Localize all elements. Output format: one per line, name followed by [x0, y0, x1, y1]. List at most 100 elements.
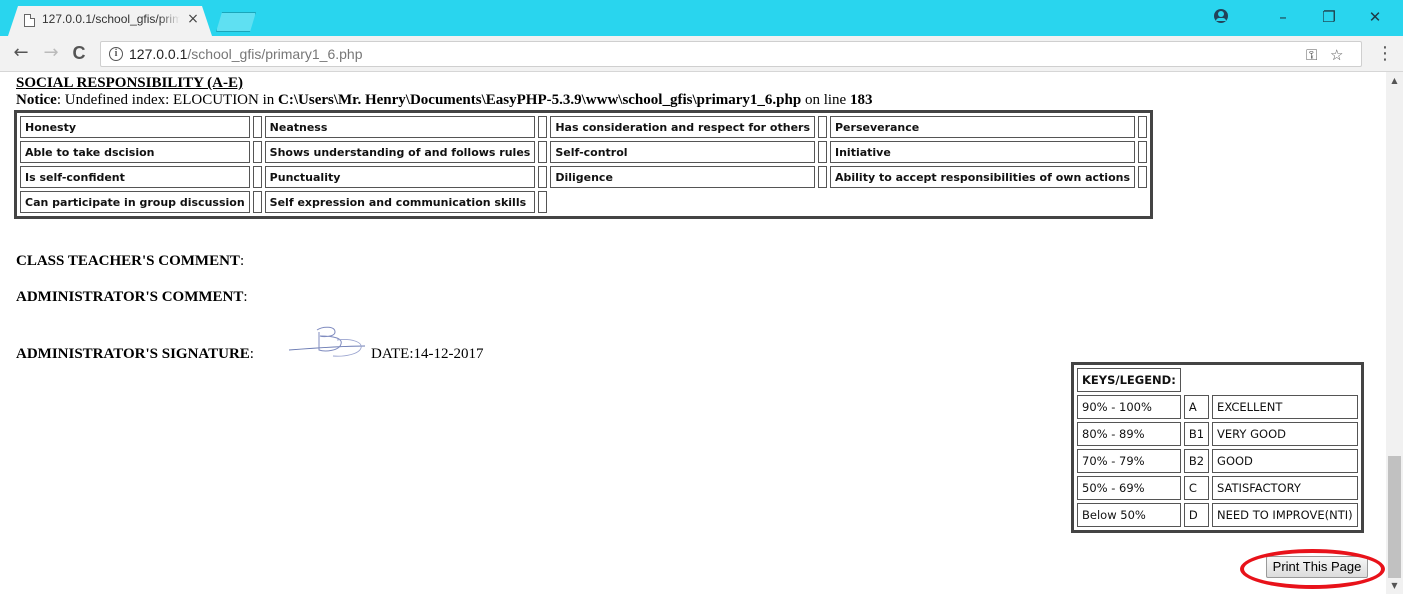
- table-row: 70% - 79% B2 GOOD: [1077, 449, 1358, 473]
- table-row: KEYS/LEGEND:: [1077, 368, 1358, 392]
- legend-grade: D: [1183, 503, 1210, 527]
- back-button[interactable]: ←: [10, 42, 32, 64]
- legend-grade: B2: [1183, 449, 1210, 473]
- rating-cell: [818, 141, 827, 163]
- table-row: 80% - 89% B1 VERY GOOD: [1077, 422, 1358, 446]
- legend-grade: B1: [1183, 422, 1210, 446]
- highlight-circle: [1240, 549, 1385, 589]
- table-row: Honesty Neatness Has consideration and r…: [20, 116, 1148, 138]
- url-host: 127.0.0.1: [129, 46, 188, 62]
- signature-image: [288, 326, 366, 357]
- rating-cell: [818, 166, 827, 188]
- trait-cell: Able to take dscision: [20, 141, 250, 163]
- legend-remark: GOOD: [1212, 449, 1358, 473]
- rating-cell: [1138, 141, 1148, 163]
- rating-cell: [818, 116, 827, 138]
- legend-heading: KEYS/LEGEND:: [1077, 368, 1181, 392]
- new-tab-button[interactable]: [216, 12, 256, 32]
- grading-legend-table: KEYS/LEGEND: 90% - 100% A EXCELLENT 80% …: [1071, 362, 1364, 533]
- php-notice: Notice: Undefined index: ELOCUTION in C:…: [16, 92, 872, 109]
- notice-message: : Undefined index: ELOCUTION in: [56, 92, 279, 108]
- legend-remark: VERY GOOD: [1212, 422, 1358, 446]
- social-responsibility-table: Honesty Neatness Has consideration and r…: [14, 110, 1154, 219]
- trait-cell: Neatness: [264, 116, 536, 138]
- info-icon[interactable]: i: [109, 47, 123, 61]
- restore-button[interactable]: ❐: [1306, 0, 1352, 34]
- table-row: Can participate in group discussion Self…: [20, 191, 1147, 213]
- page-icon: [24, 14, 35, 27]
- trait-cell: Shows understanding of and follows rules: [264, 141, 536, 163]
- scroll-thumb[interactable]: [1388, 456, 1401, 578]
- rating-cell: [538, 141, 548, 163]
- section-title: SOCIAL RESPONSIBILITY (A-E): [16, 75, 243, 91]
- administrator-signature-line: ADMINISTRATOR'S SIGNATURE:: [16, 346, 254, 363]
- table-row: 50% - 69% C SATISFACTORY: [1077, 476, 1358, 500]
- reload-button[interactable]: C: [68, 42, 90, 64]
- legend-range: 50% - 69%: [1077, 476, 1181, 500]
- notice-suffix: on line: [801, 92, 850, 108]
- empty-cell: [1212, 368, 1358, 392]
- class-teacher-comment: CLASS TEACHER'S COMMENT:: [16, 253, 244, 270]
- trait-cell: Self expression and communication skills: [264, 191, 536, 213]
- trait-cell: Has consideration and respect for others: [550, 116, 815, 138]
- browser-title-bar: 127.0.0.1/school_gfis/primary1_6.php × –…: [0, 0, 1403, 36]
- vertical-scrollbar[interactable]: ▲ ▼: [1386, 72, 1403, 594]
- administrator-signature-label: ADMINISTRATOR'S SIGNATURE: [16, 346, 250, 362]
- key-icon[interactable]: ⚿: [1306, 47, 1317, 63]
- rating-cell: [538, 191, 548, 213]
- trait-cell: Perseverance: [830, 116, 1136, 138]
- administrator-comment-label: ADMINISTRATOR'S COMMENT: [16, 289, 244, 305]
- page-content: SOCIAL RESPONSIBILITY (A-E) Notice: Unde…: [0, 72, 1386, 594]
- notice-label: Notice: [16, 92, 57, 108]
- trait-cell: Self-control: [550, 141, 815, 163]
- colon: :: [249, 346, 254, 362]
- legend-grade: C: [1183, 476, 1210, 500]
- legend-remark: NEED TO IMPROVE(NTI): [1212, 503, 1358, 527]
- trait-cell: Punctuality: [264, 166, 536, 188]
- browser-tab[interactable]: 127.0.0.1/school_gfis/primary1_6.php ×: [8, 6, 212, 36]
- table-row: Is self-confident Punctuality Diligence …: [20, 166, 1148, 188]
- legend-remark: SATISFACTORY: [1212, 476, 1358, 500]
- table-row: 90% - 100% A EXCELLENT: [1077, 395, 1358, 419]
- legend-grade: A: [1183, 395, 1210, 419]
- notice-line: 183: [849, 92, 873, 108]
- administrator-comment: ADMINISTRATOR'S COMMENT:: [16, 289, 248, 306]
- bookmark-star-icon[interactable]: ☆: [1330, 47, 1343, 63]
- forward-button[interactable]: →: [40, 42, 62, 64]
- legend-range: 80% - 89%: [1077, 422, 1181, 446]
- trait-cell: Ability to accept responsibilities of ow…: [830, 166, 1136, 188]
- table-row: Able to take dscision Shows understandin…: [20, 141, 1148, 163]
- address-bar[interactable]: i 127.0.0.1/school_gfis/primary1_6.php ⚿…: [100, 41, 1362, 67]
- browser-menu-icon[interactable]: ⋮: [1375, 44, 1395, 64]
- rating-cell: [252, 191, 262, 213]
- trait-cell: Honesty: [20, 116, 250, 138]
- legend-remark: EXCELLENT: [1212, 395, 1358, 419]
- notice-path: C:\Users\Mr. Henry\Documents\EasyPHP-5.3…: [278, 92, 802, 108]
- trait-cell: Is self-confident: [20, 166, 250, 188]
- colon: :: [243, 289, 248, 305]
- trait-cell: Can participate in group discussion: [20, 191, 250, 213]
- rating-cell: [538, 166, 548, 188]
- url-path: /school_gfis/primary1_6.php: [187, 46, 363, 62]
- colon: :: [239, 253, 245, 269]
- profile-icon[interactable]: [1214, 9, 1228, 23]
- empty-cell: [1184, 368, 1209, 392]
- table-row: Below 50% D NEED TO IMPROVE(NTI): [1077, 503, 1358, 527]
- legend-range: 90% - 100%: [1077, 395, 1181, 419]
- scroll-down-arrow-icon[interactable]: ▼: [1386, 577, 1403, 594]
- close-window-button[interactable]: ✕: [1352, 0, 1398, 34]
- minimize-button[interactable]: –: [1260, 0, 1306, 34]
- rating-cell: [1138, 166, 1148, 188]
- trait-cell: Diligence: [550, 166, 815, 188]
- scroll-up-arrow-icon[interactable]: ▲: [1386, 72, 1403, 89]
- legend-range: 70% - 79%: [1077, 449, 1181, 473]
- legend-range: Below 50%: [1077, 503, 1181, 527]
- rating-cell: [1138, 116, 1148, 138]
- rating-cell: [252, 166, 262, 188]
- trait-cell: Initiative: [830, 141, 1136, 163]
- tab-title: 127.0.0.1/school_gfis/primary1_6.php: [42, 12, 180, 26]
- date-text: DATE:14-12-2017: [371, 346, 484, 362]
- rating-cell: [538, 116, 548, 138]
- close-tab-icon[interactable]: ×: [186, 11, 200, 27]
- rating-cell: [252, 141, 262, 163]
